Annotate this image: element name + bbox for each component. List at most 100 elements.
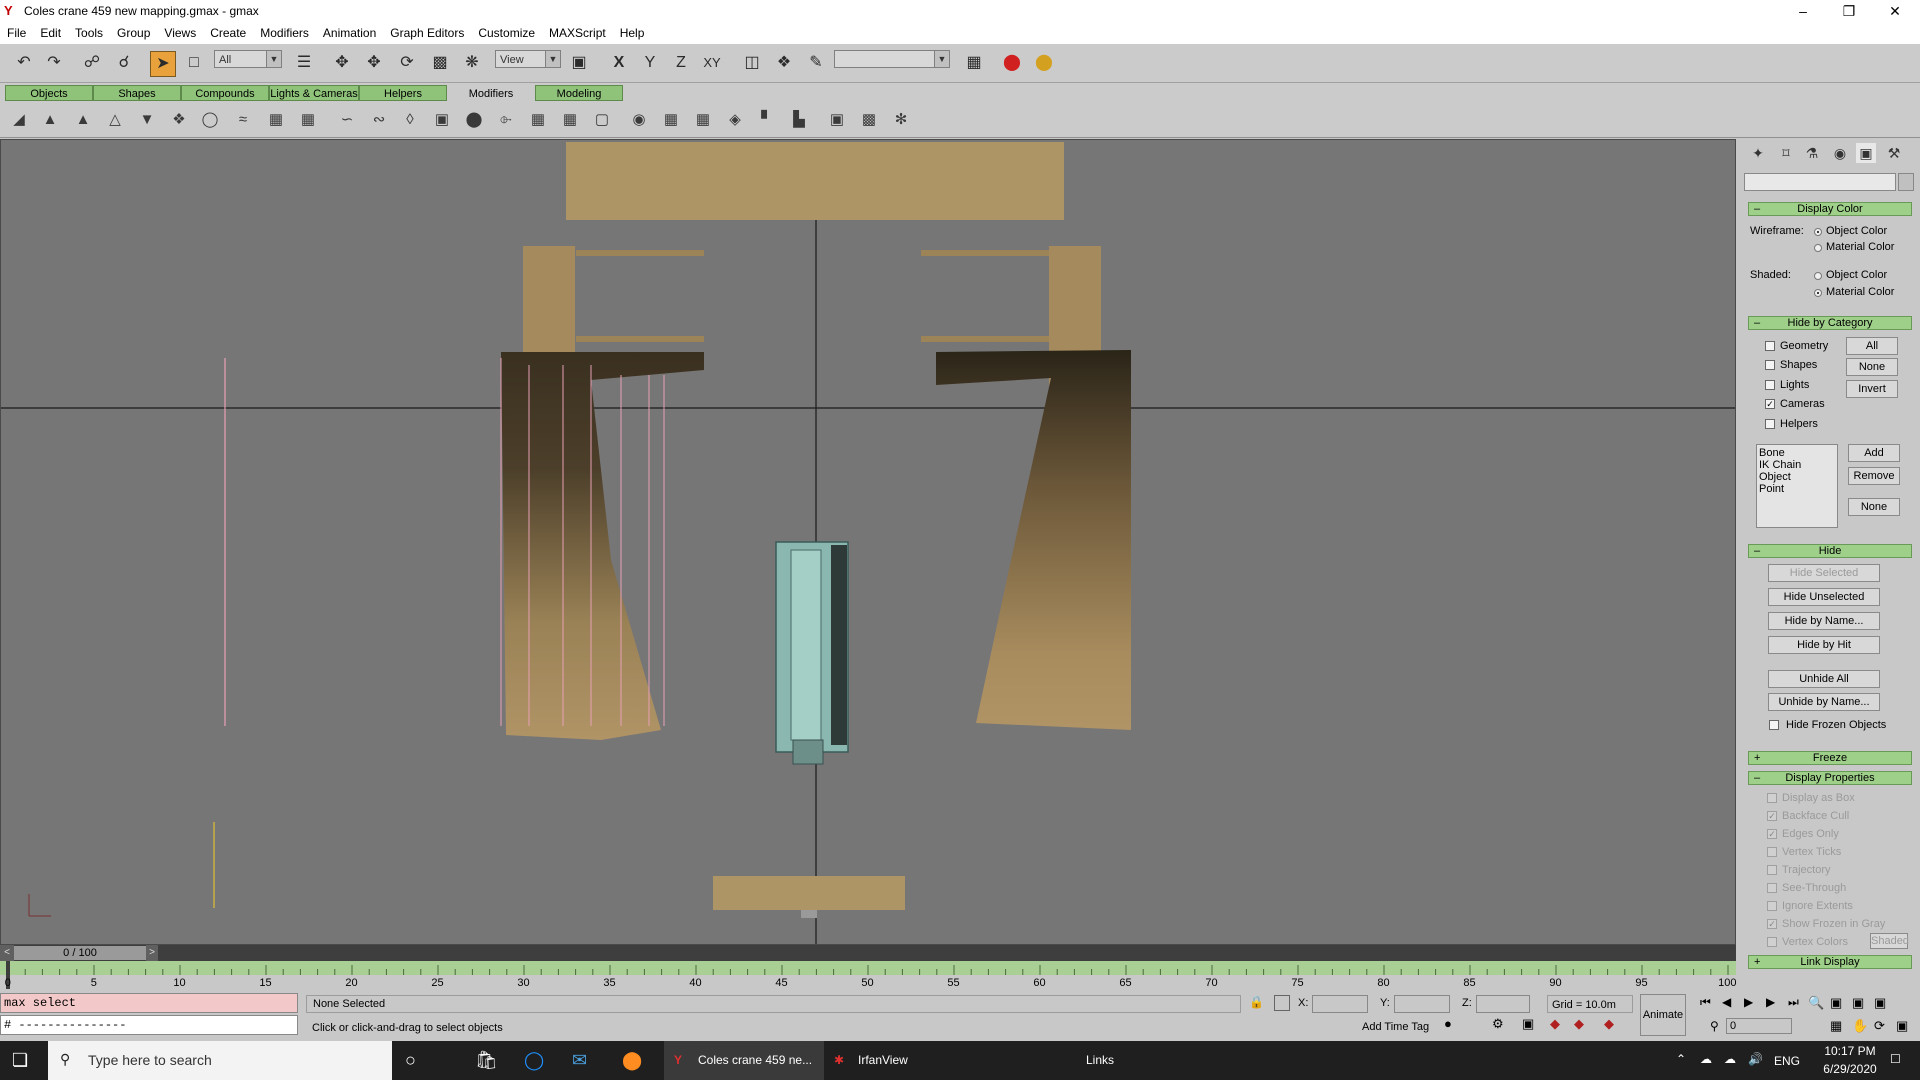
maxscript-listener-output[interactable]: # --------------- — [0, 1015, 298, 1035]
lock-selection-icon[interactable]: 🔒 — [1249, 995, 1264, 1009]
lattice-icon[interactable]: ▣ — [430, 109, 454, 131]
category-remove-button[interactable]: Remove — [1848, 467, 1900, 485]
zoom-all-icon[interactable]: ▣ — [1830, 995, 1842, 1011]
display-as-box-checkbox[interactable] — [1767, 793, 1777, 803]
unlink-icon[interactable]: ☌ — [112, 51, 136, 75]
utilities-tab-icon[interactable]: ⚒ — [1884, 143, 1904, 163]
noise-icon[interactable]: △ — [103, 109, 127, 131]
language-indicator[interactable]: ENG — [1774, 1054, 1800, 1068]
backface-cull-checkbox[interactable]: ✓ — [1767, 811, 1777, 821]
menu-help[interactable]: Help — [613, 24, 652, 40]
field-of-view-icon[interactable]: ▦ — [1830, 1018, 1842, 1034]
hide-selected-button[interactable]: Hide Selected — [1768, 564, 1880, 582]
tray-chevron-icon[interactable]: ⌃ — [1676, 1052, 1686, 1066]
time-prev-arrow-icon[interactable]: < — [0, 945, 14, 961]
hierarchy-tab-icon[interactable]: ⚗ — [1802, 143, 1822, 163]
edges-only-checkbox[interactable]: ✓ — [1767, 829, 1777, 839]
unhide-by-name-button[interactable]: Unhide by Name... — [1768, 693, 1880, 711]
sphere-map-icon[interactable]: ⬤ — [462, 109, 486, 131]
render-icon[interactable]: ⬤ — [1032, 51, 1056, 75]
select-by-name-icon[interactable]: ☰ — [292, 51, 316, 75]
select-and-move-alt-icon[interactable]: ✥ — [362, 51, 386, 75]
windows-start-icon[interactable]: ❏ — [12, 1050, 28, 1071]
named-selection-dropdown[interactable]: ▼ — [834, 50, 950, 68]
tab-helpers[interactable]: Helpers — [359, 85, 447, 101]
current-frame-field[interactable]: 0 — [1726, 1018, 1792, 1034]
object-name-field[interactable] — [1744, 173, 1896, 191]
xform-icon[interactable]: ▦ — [526, 109, 550, 131]
zoom-extents-icon[interactable]: ▣ — [1852, 995, 1864, 1011]
hide-by-hit-button[interactable]: Hide by Hit — [1768, 636, 1880, 654]
taskbar-links[interactable]: Links — [1086, 1041, 1114, 1080]
spherify-icon[interactable]: ∾ — [367, 109, 391, 131]
tab-objects[interactable]: Objects — [5, 85, 93, 101]
edge-browser-icon[interactable]: ◯ — [524, 1050, 544, 1071]
category-list-none-button[interactable]: None — [1848, 498, 1900, 516]
melt-icon[interactable]: ◊ — [398, 109, 422, 131]
freeze-rollout[interactable]: + Freeze — [1748, 751, 1912, 765]
menu-views[interactable]: Views — [157, 24, 203, 40]
time-next-arrow-icon[interactable]: > — [146, 945, 158, 961]
hide-rollout[interactable]: – Hide — [1748, 544, 1912, 558]
geometry-checkbox[interactable] — [1765, 341, 1775, 351]
uvw-map-icon[interactable]: ▢ — [590, 109, 614, 131]
mesh-select-icon[interactable]: ▦ — [558, 109, 582, 131]
network-icon[interactable]: ☁ — [1700, 1052, 1712, 1066]
vertex-colors-checkbox[interactable] — [1767, 937, 1777, 947]
wireframe-material-color-radio[interactable] — [1814, 244, 1822, 252]
menu-graph-editors[interactable]: Graph Editors — [383, 24, 471, 40]
create-tab-icon[interactable]: ✦ — [1748, 143, 1768, 163]
checker-icon[interactable]: ▩ — [857, 109, 881, 131]
edit-spline-icon[interactable]: ▙ — [787, 109, 811, 131]
mail-icon[interactable]: ✉ — [572, 1050, 587, 1071]
ffd-icon[interactable]: ▦ — [296, 109, 320, 131]
viewport[interactable] — [0, 139, 1736, 945]
rotate-icon[interactable]: ⟳ — [395, 51, 419, 75]
cortana-icon[interactable]: ○ — [405, 1050, 416, 1071]
wireframe-object-color-radio[interactable] — [1814, 228, 1822, 236]
absolute-mode-icon[interactable] — [1274, 995, 1290, 1011]
select-and-link-icon[interactable]: ☍ — [80, 51, 104, 75]
path-deform-icon[interactable]: ∽ — [335, 109, 359, 131]
menu-maxscript[interactable]: MAXScript — [542, 24, 613, 40]
category-all-button[interactable]: All — [1846, 337, 1898, 355]
axis-y-button[interactable]: Y — [638, 51, 662, 75]
track-view-icon[interactable]: ▦ — [962, 51, 986, 75]
scale-icon[interactable]: ▩ — [428, 51, 452, 75]
reference-coord-dropdown[interactable]: View ▼ — [495, 50, 561, 68]
ignore-extents-checkbox[interactable] — [1767, 901, 1777, 911]
ripple-icon[interactable]: ◯ — [198, 109, 222, 131]
manipulate-icon[interactable]: ❋ — [460, 51, 484, 75]
tab-modeling[interactable]: Modeling — [535, 85, 623, 101]
zoom-extents-all-icon[interactable]: ▣ — [1874, 995, 1886, 1011]
squeeze-icon[interactable]: ❖ — [167, 109, 191, 131]
helpers-checkbox[interactable] — [1765, 419, 1775, 429]
select-and-move-icon[interactable]: ✥ — [330, 51, 354, 75]
list-item[interactable]: Bone — [1759, 447, 1835, 459]
next-frame-icon[interactable]: ▶ — [1766, 995, 1775, 1009]
go-to-start-icon[interactable]: ⏮ — [1700, 995, 1711, 1010]
category-add-button[interactable]: Add — [1848, 444, 1900, 462]
category-list[interactable]: Bone IK Chain Object Point — [1756, 444, 1838, 528]
selection-filter-dropdown[interactable]: All ▼ — [214, 50, 282, 68]
tab-lights-cameras[interactable]: Lights & Cameras — [269, 85, 359, 101]
menu-edit[interactable]: Edit — [33, 24, 68, 40]
mirror-icon[interactable]: ◫ — [740, 51, 764, 75]
go-to-end-icon[interactable]: ⏭ — [1788, 995, 1799, 1010]
shaded-object-color-radio[interactable] — [1814, 272, 1822, 280]
region-select-icon[interactable]: □ — [182, 51, 206, 75]
quick-render-icon[interactable]: ⚙ — [1492, 1016, 1504, 1032]
zoom-icon[interactable]: 🔍 — [1808, 995, 1824, 1011]
category-invert-button[interactable]: Invert — [1846, 380, 1898, 398]
twist-icon[interactable]: ▲ — [71, 109, 95, 131]
eraser-icon[interactable]: ✎ — [804, 51, 828, 75]
see-through-checkbox[interactable] — [1767, 883, 1777, 893]
onedrive-icon[interactable]: ☁ — [1724, 1052, 1736, 1066]
globe-icon[interactable]: ◉ — [627, 109, 651, 131]
y-coordinate-field[interactable] — [1394, 995, 1450, 1013]
material-editor-icon[interactable]: ⬤ — [1000, 51, 1024, 75]
store-icon[interactable]: 🛍 — [475, 1050, 498, 1071]
vertex-ticks-checkbox[interactable] — [1767, 847, 1777, 857]
taper-icon[interactable]: ▲ — [38, 109, 62, 131]
display-tab-icon[interactable]: ▣ — [1856, 143, 1876, 163]
